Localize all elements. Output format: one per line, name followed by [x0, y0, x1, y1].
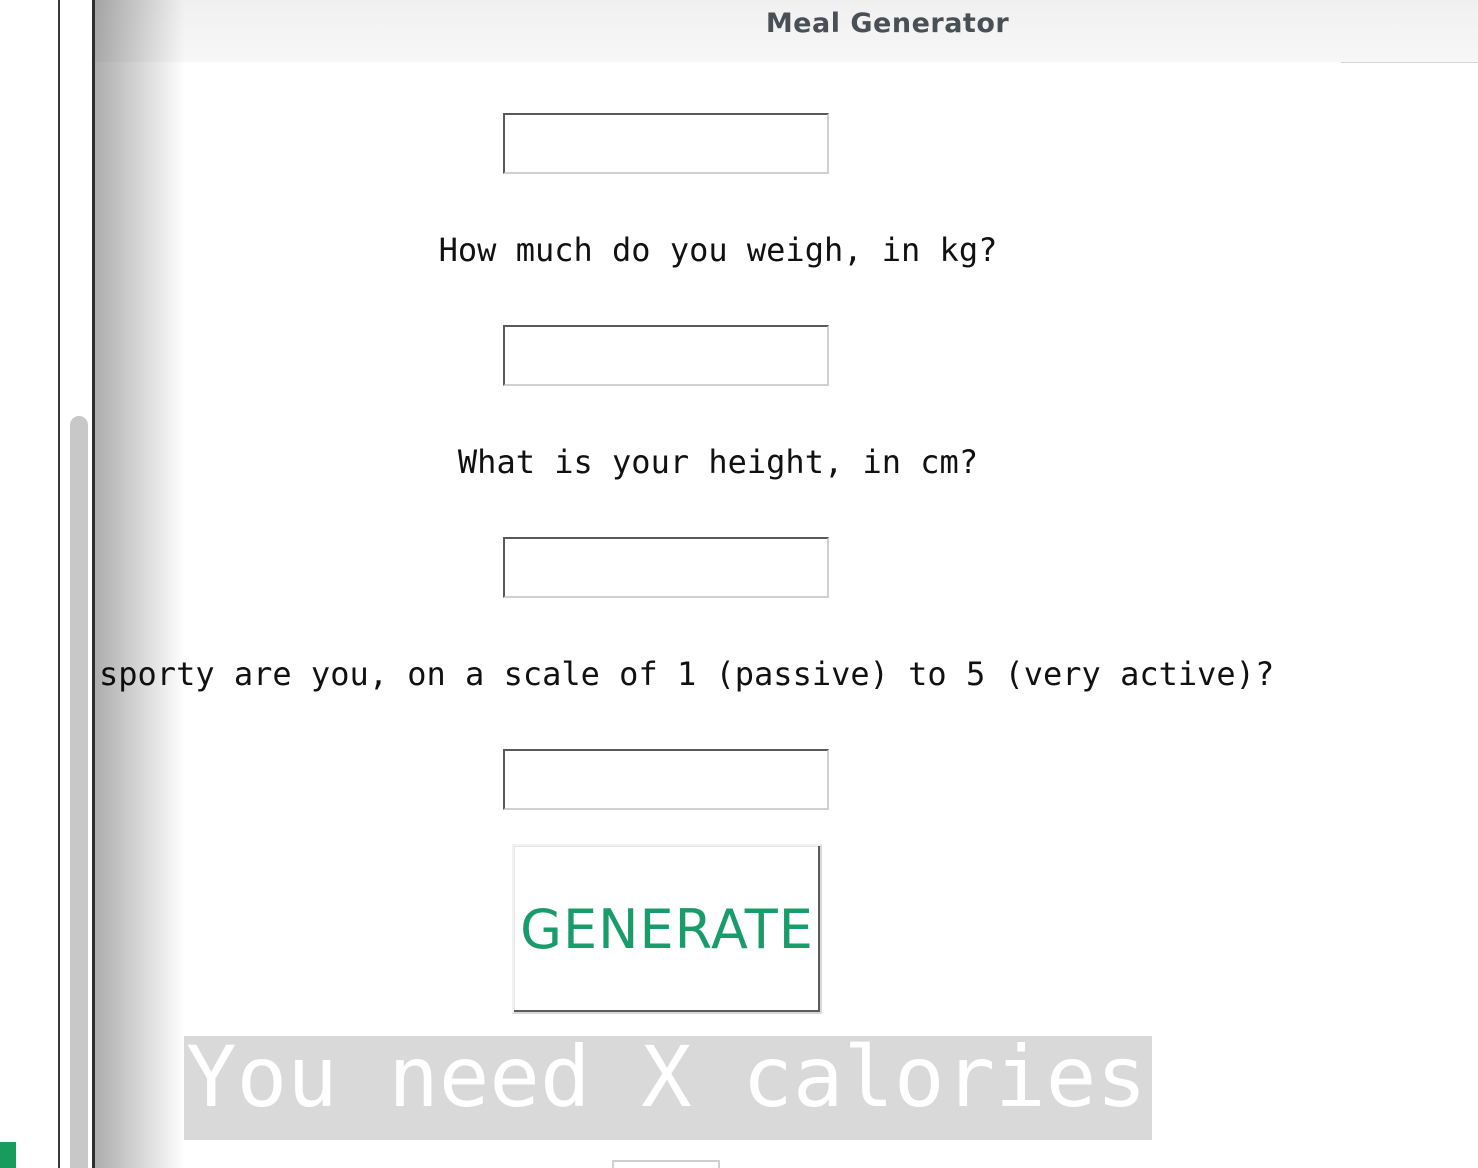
window-shadow	[95, 0, 185, 1168]
screen: Meal Generator How much do you weigh, in…	[0, 0, 1478, 1168]
activity-input-field[interactable]	[503, 749, 829, 810]
vertical-scrollbar[interactable]	[70, 416, 88, 1168]
activity-question-label: sporty are you, on a scale of 1 (passive…	[99, 655, 1275, 693]
height-question-label: What is your height, in cm?	[457, 443, 979, 481]
next-input-field[interactable]	[612, 1160, 720, 1168]
window-title: Meal Generator	[765, 8, 1010, 39]
weight-question-label: How much do you weigh, in kg?	[438, 231, 998, 269]
generate-button[interactable]: GENERATE	[512, 844, 822, 1014]
first-input-field[interactable]	[503, 113, 829, 174]
weight-input-field[interactable]	[503, 325, 829, 386]
generate-button-label: GENERATE	[520, 897, 814, 961]
calorie-result-text: You need X calories!	[186, 1036, 1152, 1126]
meal-generator-window: Meal Generator How much do you weigh, in…	[95, 0, 1478, 1168]
title-bar-divider	[1341, 62, 1478, 63]
title-bar[interactable]: Meal Generator	[95, 0, 1478, 62]
status-indicator-icon	[0, 1142, 16, 1168]
desktop-edge	[0, 0, 58, 1168]
height-input-field[interactable]	[503, 537, 829, 598]
calorie-result-banner: You need X calories!	[184, 1036, 1152, 1140]
